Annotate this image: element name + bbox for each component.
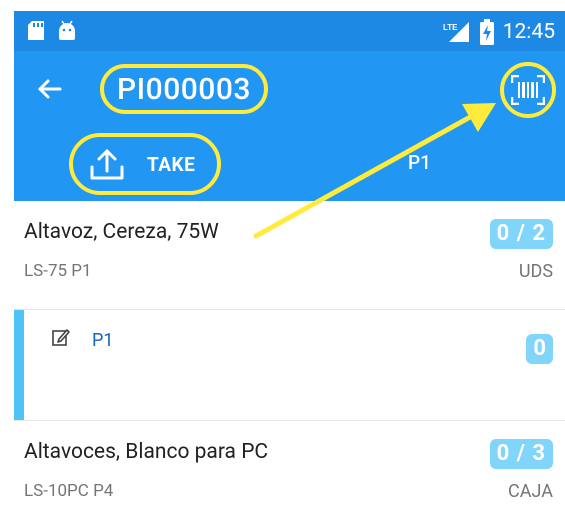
svg-text:LTE: LTE [443,23,458,32]
item-code: LS-10PC P4 [24,481,114,501]
lte-signal-icon: LTE [443,22,469,42]
barcode-scan-icon [511,75,545,105]
list-item[interactable]: Altavoz, Cereza, 75W LS-75 P1 0 / 2 UDS [14,201,565,310]
arrow-left-icon[interactable] [34,73,66,105]
list-item[interactable]: Altavoces, Blanco para PC LS-10PC P4 0 /… [14,421,565,525]
page-title: PI000003 [117,71,251,107]
status-bar: LTE 12:45 [14,11,565,51]
sub-location-item[interactable]: P1 0 [14,310,565,421]
item-name: Altavoces, Blanco para PC [24,440,269,464]
item-unit: UDS [518,261,553,282]
status-right: LTE 12:45 [441,19,555,45]
item-unit: CAJA [508,481,553,502]
sub-count-badge: 0 [526,334,553,364]
app-screen: LTE 12:45 PI000003 TAKE P1 Altavoz, Cere… [0,0,565,525]
count-badge: 0 / 2 [489,219,553,249]
sd-card-icon [28,21,44,40]
scan-button[interactable] [500,62,556,118]
edit-icon[interactable] [52,328,70,346]
count-badge: 0 / 3 [489,439,553,469]
sub-location-indicator [14,310,24,420]
sub-location-label: P1 [92,330,114,351]
toolbar: PI000003 [14,51,565,127]
tab-take[interactable]: TAKE [69,133,221,195]
upload-icon [90,149,124,180]
android-icon [59,20,75,40]
item-name: Altavoz, Cereza, 75W [24,220,219,244]
tab-p1[interactable]: P1 [408,151,431,174]
tab-bar: TAKE P1 [14,127,565,201]
status-time: 12:45 [502,20,555,44]
tab-take-label: TAKE [147,152,196,176]
battery-charging-icon [479,19,494,45]
item-code: LS-75 P1 [24,261,92,281]
item-list: Altavoz, Cereza, 75W LS-75 P1 0 / 2 UDS … [14,201,565,525]
title-highlight: PI000003 [100,64,268,114]
